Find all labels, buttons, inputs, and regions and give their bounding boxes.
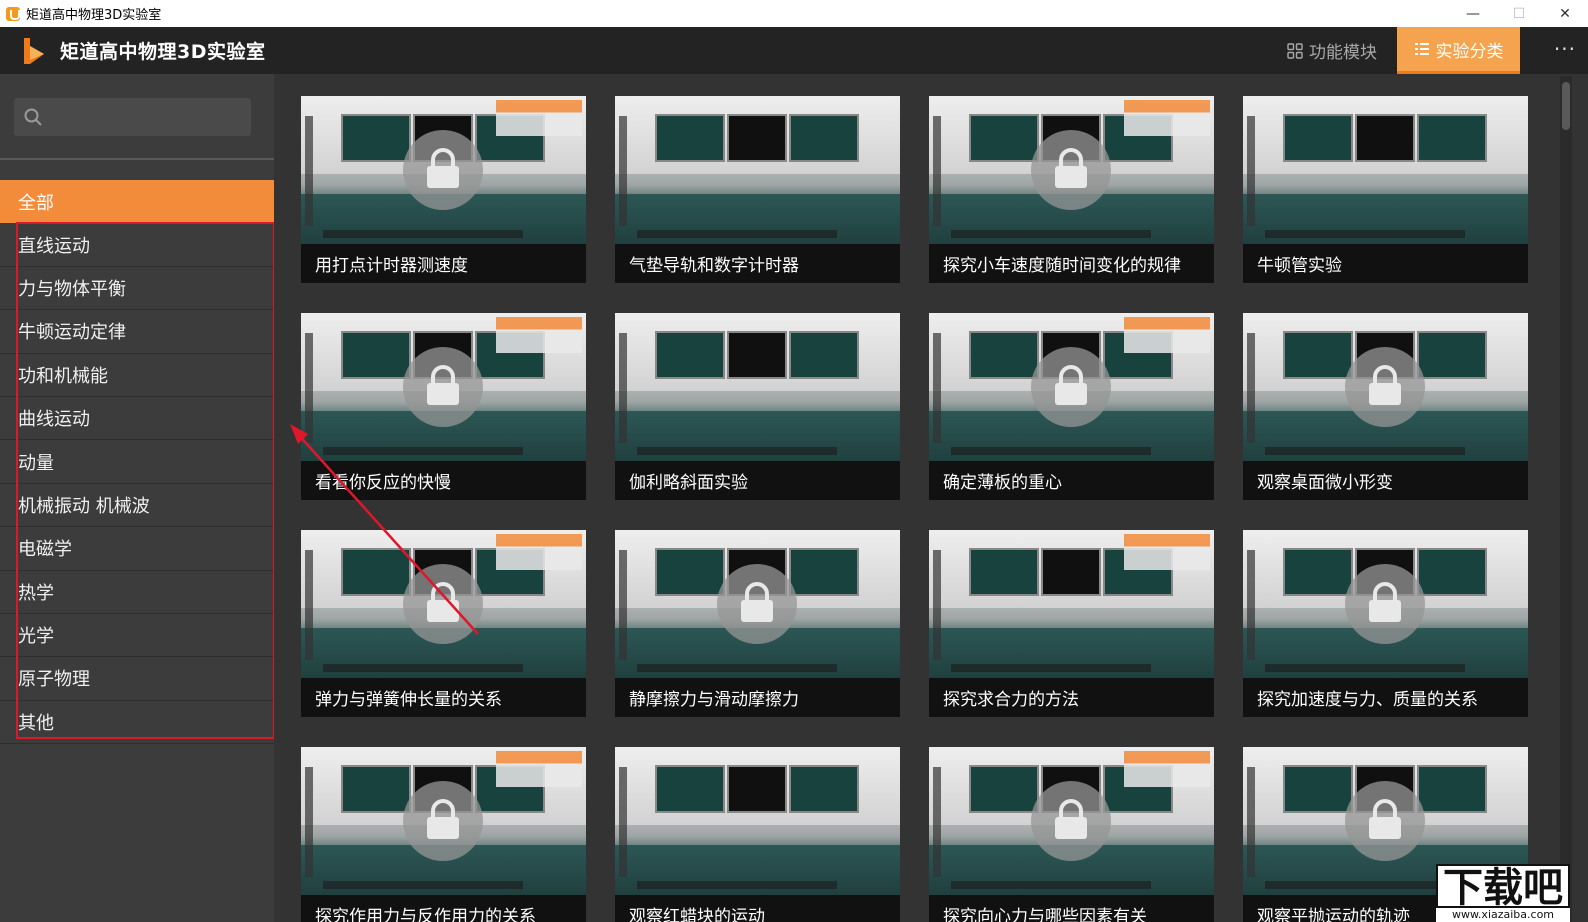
experiment-thumbnail	[929, 96, 1214, 244]
experiment-card[interactable]: 静摩擦力与滑动摩擦力	[615, 530, 900, 717]
lock-icon	[1345, 781, 1425, 861]
experiment-card[interactable]: 观察桌面微小形变	[1243, 313, 1528, 500]
experiment-card[interactable]: 探究求合力的方法	[929, 530, 1214, 717]
experiment-title: 伽利略斜面实验	[615, 461, 900, 500]
category-item-electromagnetism[interactable]: 电磁学	[0, 527, 274, 571]
experiment-thumbnail	[1243, 313, 1528, 461]
experiment-thumbnail	[929, 313, 1214, 461]
category-item-all[interactable]: 全部	[0, 180, 274, 224]
experiment-card[interactable]: 探究向心力与哪些因素有关	[929, 747, 1214, 922]
category-item-linear-motion[interactable]: 直线运动	[0, 223, 274, 267]
experiment-card[interactable]: 弹力与弹簧伸长量的关系	[301, 530, 586, 717]
category-item-work-energy[interactable]: 功和机械能	[0, 354, 274, 397]
experiment-card[interactable]: 探究小车速度随时间变化的规律	[929, 96, 1214, 283]
experiment-card[interactable]: 探究加速度与力、质量的关系	[1243, 530, 1528, 717]
tab-label: 实验分类	[1435, 41, 1504, 62]
minimize-button[interactable]: —	[1450, 0, 1496, 27]
category-item-vibration-waves[interactable]: 机械振动 机械波	[0, 484, 274, 528]
experiment-thumbnail	[301, 747, 586, 895]
experiment-card[interactable]: 用打点计时器测速度	[301, 96, 586, 283]
experiment-title: 探究求合力的方法	[929, 678, 1214, 717]
category-list: 全部 直线运动 力与物体平衡 牛顿运动定律 功和机械能 曲线运动 动量 机械振动…	[0, 180, 274, 745]
sidebar-divider	[0, 158, 274, 160]
app-icon	[6, 6, 20, 21]
list-icon	[1414, 41, 1430, 57]
lock-icon	[403, 564, 483, 644]
experiment-grid-panel: 用打点计时器测速度 气垫导轨和数字计时器 探究小车速度随时间变化的规律 牛顿管实验看看…	[274, 74, 1556, 922]
lock-icon	[1031, 130, 1111, 210]
lock-icon	[717, 564, 797, 644]
experiment-thumbnail	[929, 747, 1214, 895]
experiment-thumbnail	[301, 530, 586, 678]
window-controls: — ☐ ✕	[1450, 0, 1588, 27]
more-menu-button[interactable]: ···	[1554, 37, 1576, 61]
experiment-title: 探究作用力与反作用力的关系	[301, 895, 586, 922]
scrollbar-thumb[interactable]	[1562, 82, 1570, 130]
search-box[interactable]	[14, 98, 251, 136]
scrollbar-track[interactable]	[1560, 76, 1572, 922]
category-sidebar: 全部 直线运动 力与物体平衡 牛顿运动定律 功和机械能 曲线运动 动量 机械振动…	[0, 74, 274, 922]
app-title: 矩道高中物理3D实验室	[60, 41, 266, 63]
maximize-button[interactable]: ☐	[1496, 0, 1542, 27]
watermark-url: www.xiazaiba.com	[1436, 908, 1570, 922]
experiment-thumbnail	[301, 96, 586, 244]
experiment-thumbnail	[1243, 96, 1528, 244]
experiment-title: 用打点计时器测速度	[301, 244, 586, 283]
category-item-momentum[interactable]: 动量	[0, 440, 274, 484]
watermark-logo: 下载吧	[1436, 864, 1570, 910]
category-item-force-equilibrium[interactable]: 力与物体平衡	[0, 267, 274, 311]
lock-icon	[403, 130, 483, 210]
experiment-thumbnail	[929, 530, 1214, 678]
category-item-optics[interactable]: 光学	[0, 614, 274, 658]
experiment-thumbnail	[1243, 530, 1528, 678]
experiment-title: 弹力与弹簧伸长量的关系	[301, 678, 586, 717]
experiment-card[interactable]: 气垫导轨和数字计时器	[615, 96, 900, 283]
main-nav: 功能模块 实验分类	[1277, 27, 1520, 74]
experiment-title: 观察红蜡块的运动	[615, 895, 900, 922]
experiment-thumbnail	[615, 96, 900, 244]
experiment-title: 牛顿管实验	[1243, 244, 1528, 283]
experiment-card[interactable]: 牛顿管实验	[1243, 96, 1528, 283]
experiment-grid: 用打点计时器测速度 气垫导轨和数字计时器 探究小车速度随时间变化的规律 牛顿管实验看看…	[301, 96, 1528, 922]
experiment-thumbnail	[615, 747, 900, 895]
experiment-thumbnail	[301, 313, 586, 461]
experiment-card[interactable]: 确定薄板的重心	[929, 313, 1214, 500]
category-item-thermodynamics[interactable]: 热学	[0, 571, 274, 614]
experiment-card[interactable]: 探究作用力与反作用力的关系	[301, 747, 586, 922]
lock-icon	[1031, 781, 1111, 861]
lock-icon	[1345, 347, 1425, 427]
category-item-other[interactable]: 其他	[0, 701, 274, 745]
window-title: 矩道高中物理3D实验室	[26, 8, 162, 23]
lock-icon	[1345, 564, 1425, 644]
category-item-newton-laws[interactable]: 牛顿运动定律	[0, 310, 274, 354]
close-button[interactable]: ✕	[1542, 0, 1588, 27]
tab-experiment-categories[interactable]: 实验分类	[1397, 27, 1520, 74]
experiment-title: 探究向心力与哪些因素有关	[929, 895, 1214, 922]
experiment-thumbnail	[615, 530, 900, 678]
tab-label: 功能模块	[1309, 43, 1377, 63]
lock-icon	[1031, 347, 1111, 427]
experiment-thumbnail	[615, 313, 900, 461]
category-item-atomic-physics[interactable]: 原子物理	[0, 657, 274, 701]
app-logo-icon	[20, 36, 48, 66]
experiment-title: 探究加速度与力、质量的关系	[1243, 678, 1528, 717]
category-item-curvilinear-motion[interactable]: 曲线运动	[0, 397, 274, 441]
experiment-title: 看看你反应的快慢	[301, 461, 586, 500]
experiment-title: 探究小车速度随时间变化的规律	[929, 244, 1214, 283]
experiment-title: 观察桌面微小形变	[1243, 461, 1528, 500]
experiment-card[interactable]: 观察红蜡块的运动	[615, 747, 900, 922]
experiment-card[interactable]: 伽利略斜面实验	[615, 313, 900, 500]
tab-function-modules[interactable]: 功能模块	[1277, 27, 1387, 74]
experiment-title: 气垫导轨和数字计时器	[615, 244, 900, 283]
search-input[interactable]	[52, 98, 242, 136]
grid-icon	[1287, 42, 1303, 59]
experiment-title: 静摩擦力与滑动摩擦力	[615, 678, 900, 717]
window-titlebar: 矩道高中物理3D实验室 — ☐ ✕	[0, 0, 1588, 27]
lock-icon	[403, 781, 483, 861]
experiment-title: 确定薄板的重心	[929, 461, 1214, 500]
experiment-card[interactable]: 看看你反应的快慢	[301, 313, 586, 500]
search-icon	[24, 108, 42, 126]
app-header: 矩道高中物理3D实验室 功能模块 实验分类 ···	[0, 27, 1588, 74]
lock-icon	[403, 347, 483, 427]
